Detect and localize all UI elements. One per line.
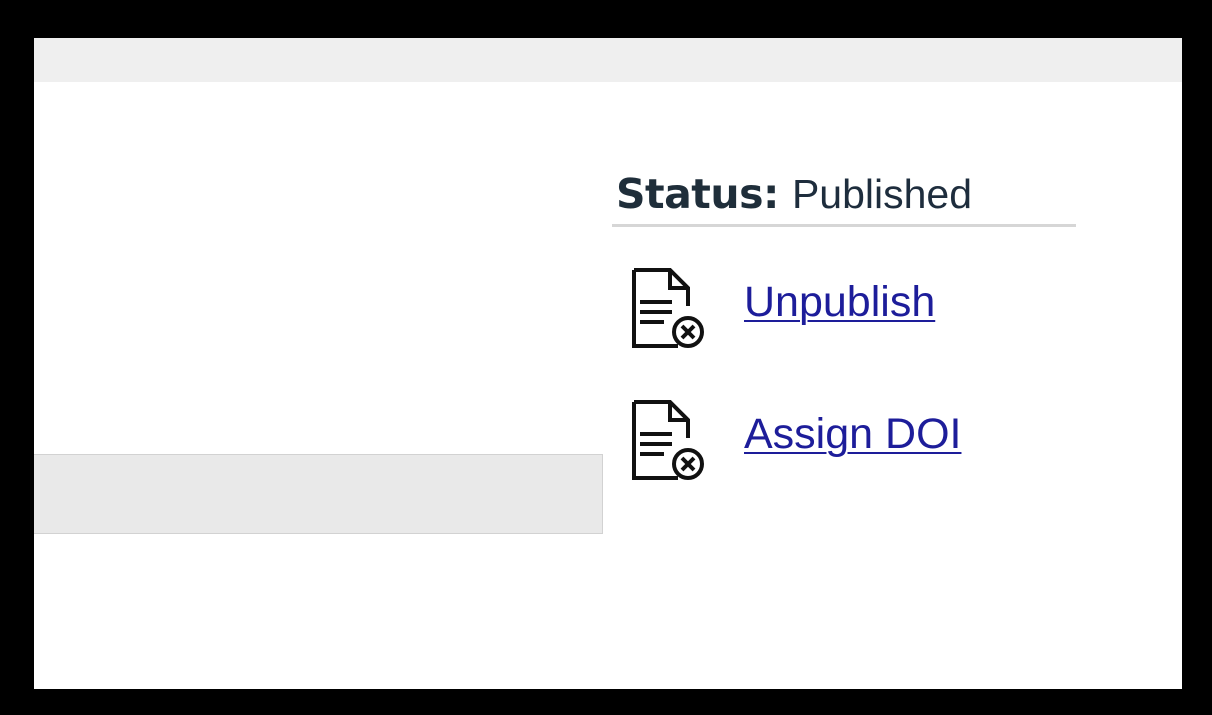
content-panel [34, 454, 603, 534]
unpublish-label[interactable]: Unpublish [744, 276, 935, 328]
assign-doi-label[interactable]: Assign DOI [744, 408, 961, 460]
unpublish-link[interactable]: Unpublish [630, 266, 1050, 350]
assign-doi-link[interactable]: Assign DOI [630, 398, 1050, 482]
status-line: Status: Published [616, 168, 972, 220]
document-remove-icon [632, 400, 704, 480]
status-section: Status: Published [612, 168, 1076, 227]
page-viewport: Status: Published Unpublish Assign DOI [34, 38, 1182, 689]
status-value: Published [791, 171, 973, 217]
status-label: Status: [616, 170, 779, 218]
document-remove-icon [632, 268, 704, 348]
top-bar [34, 38, 1182, 82]
screenshot-frame: Status: Published Unpublish Assign DOI [0, 0, 1212, 715]
